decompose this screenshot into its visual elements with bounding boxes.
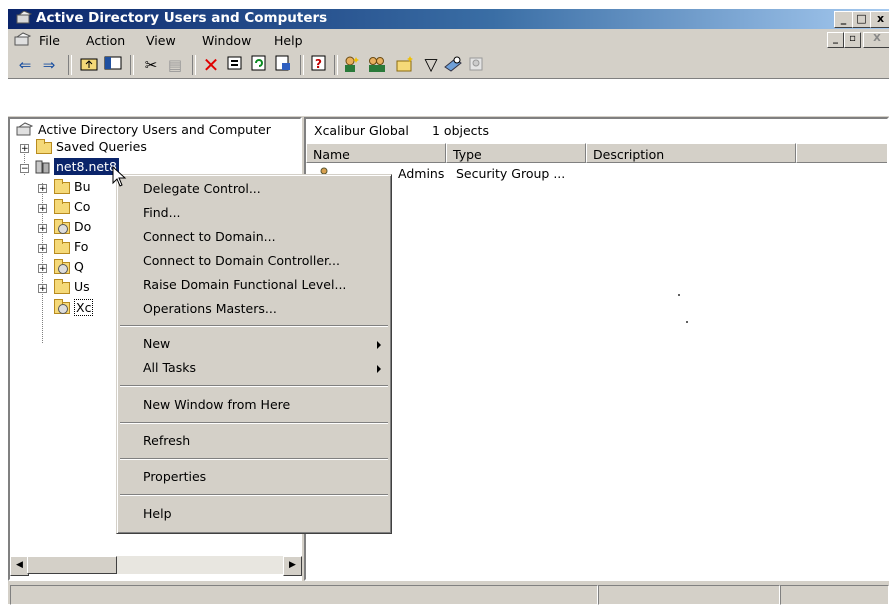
column-header-description[interactable]: Description (586, 143, 796, 163)
menu-help[interactable]: Help (274, 33, 303, 48)
find-icon[interactable] (442, 55, 464, 75)
menu-item-all-tasks[interactable]: All Tasks (143, 360, 196, 375)
menu-item-help[interactable]: Help (143, 506, 172, 521)
new-user-icon[interactable] (340, 55, 362, 75)
row-type: Security Group ... (456, 166, 566, 181)
close-button[interactable]: x (870, 11, 889, 28)
ou-folder-icon (54, 299, 70, 314)
status-cell (598, 585, 780, 605)
menu-item-connect-dc[interactable]: Connect to Domain Controller... (143, 253, 340, 268)
expand-icon[interactable]: + (38, 284, 47, 294)
menu-item-operations-masters[interactable]: Operations Masters... (143, 301, 277, 316)
menu-separator (120, 494, 388, 496)
expand-icon[interactable]: + (38, 204, 47, 214)
window-title: Active Directory Users and Computers (36, 10, 328, 26)
toolbar-separator (300, 55, 304, 75)
folder-icon (54, 179, 70, 194)
mouse-cursor-icon (112, 166, 127, 187)
forward-icon[interactable]: ⇒ (38, 55, 60, 75)
folder-icon (54, 279, 70, 294)
menu-item-find[interactable]: Find... (143, 205, 181, 220)
expand-icon[interactable]: + (38, 264, 47, 274)
status-bar (8, 582, 889, 605)
folder-icon (54, 239, 70, 254)
column-header-type[interactable]: Type (446, 143, 586, 163)
scroll-thumb[interactable] (27, 556, 117, 574)
add-to-group-icon[interactable] (466, 55, 488, 75)
tree-horizontal-scrollbar[interactable]: ◀ ▶ (10, 556, 302, 576)
maximize-button[interactable]: □ (852, 11, 871, 28)
menu-item-properties[interactable]: Properties (143, 469, 206, 484)
menu-item-raise-level[interactable]: Raise Domain Functional Level... (143, 277, 346, 292)
help-icon[interactable]: ? (308, 55, 330, 75)
status-cell (780, 585, 889, 605)
toolbar-separator (130, 55, 134, 75)
svg-text:?: ? (315, 57, 322, 71)
properties-icon[interactable] (224, 55, 246, 75)
expand-icon[interactable]: + (20, 144, 29, 154)
details-location: Xcalibur Global (314, 123, 409, 138)
menu-separator (120, 385, 388, 387)
minimize-button[interactable]: _ (834, 11, 853, 28)
menu-separator (120, 325, 388, 327)
menu-window[interactable]: Window (202, 33, 251, 48)
expand-icon[interactable]: + (38, 184, 47, 194)
speck (678, 294, 680, 296)
table-row[interactable]: Admins Security Group ... (306, 165, 886, 185)
ou-folder-icon (54, 219, 70, 234)
mdi-close-button[interactable]: X (863, 32, 889, 48)
menu-action[interactable]: Action (86, 33, 125, 48)
cut-icon[interactable]: ✂ (140, 55, 162, 75)
new-group-icon[interactable] (366, 55, 388, 75)
ou-folder-icon (54, 259, 70, 274)
system-menu-icon[interactable] (14, 32, 32, 47)
menu-item-delegate-control[interactable]: Delegate Control... (143, 181, 261, 196)
row-name: Admins (398, 166, 445, 181)
menu-item-refresh[interactable]: Refresh (143, 433, 190, 448)
menu-file[interactable]: File (39, 33, 60, 48)
domain-label: net8.net8 (54, 158, 119, 175)
new-ou-icon[interactable] (394, 55, 416, 75)
menu-item-new[interactable]: New (143, 336, 170, 351)
toolbar-separator (68, 55, 72, 75)
speck (686, 321, 688, 323)
domain-icon (35, 160, 50, 174)
submenu-arrow-icon (377, 365, 381, 373)
toolbar-separator (192, 55, 196, 75)
mdi-minimize-button[interactable]: _ (827, 32, 844, 48)
column-header-empty (796, 143, 887, 163)
ad-root-icon (16, 122, 34, 136)
submenu-arrow-icon (377, 341, 381, 349)
toolbar-separator (334, 55, 338, 75)
tree-root-label: Active Directory Users and Computer (38, 122, 271, 137)
menu-bar: File Action View Window Help _ ▫ X (8, 29, 889, 51)
toolbar: ⇐ ⇒ ✂ ▤ ✕ ? ▽ (8, 51, 889, 79)
scroll-right-arrow-icon[interactable]: ▶ (283, 556, 302, 576)
menu-separator (120, 422, 388, 424)
context-menu: Delegate Control... Find... Connect to D… (116, 174, 392, 534)
folder-icon (36, 139, 52, 154)
collapse-icon[interactable]: − (20, 164, 29, 174)
column-header-name[interactable]: Name (306, 143, 446, 163)
filter-icon[interactable]: ▽ (420, 55, 442, 75)
menu-separator (120, 458, 388, 460)
show-tree-icon[interactable] (102, 55, 124, 75)
refresh-icon[interactable] (248, 55, 270, 75)
mdi-restore-button[interactable]: ▫ (844, 32, 861, 48)
folder-icon (54, 199, 70, 214)
menu-item-new-window[interactable]: New Window from Here (143, 397, 290, 412)
menu-view[interactable]: View (146, 33, 176, 48)
app-icon (16, 11, 32, 24)
export-list-icon[interactable] (272, 55, 294, 75)
details-count: 1 objects (432, 123, 489, 138)
expand-icon[interactable]: + (38, 244, 47, 254)
paste-icon[interactable]: ▤ (164, 55, 186, 75)
status-cell (10, 585, 598, 605)
menu-item-connect-domain[interactable]: Connect to Domain... (143, 229, 276, 244)
expand-icon[interactable]: + (38, 224, 47, 234)
delete-icon[interactable]: ✕ (200, 55, 222, 75)
title-bar[interactable]: Active Directory Users and Computers _ □… (8, 9, 889, 29)
back-icon[interactable]: ⇐ (14, 55, 36, 75)
up-folder-icon[interactable] (78, 55, 100, 75)
